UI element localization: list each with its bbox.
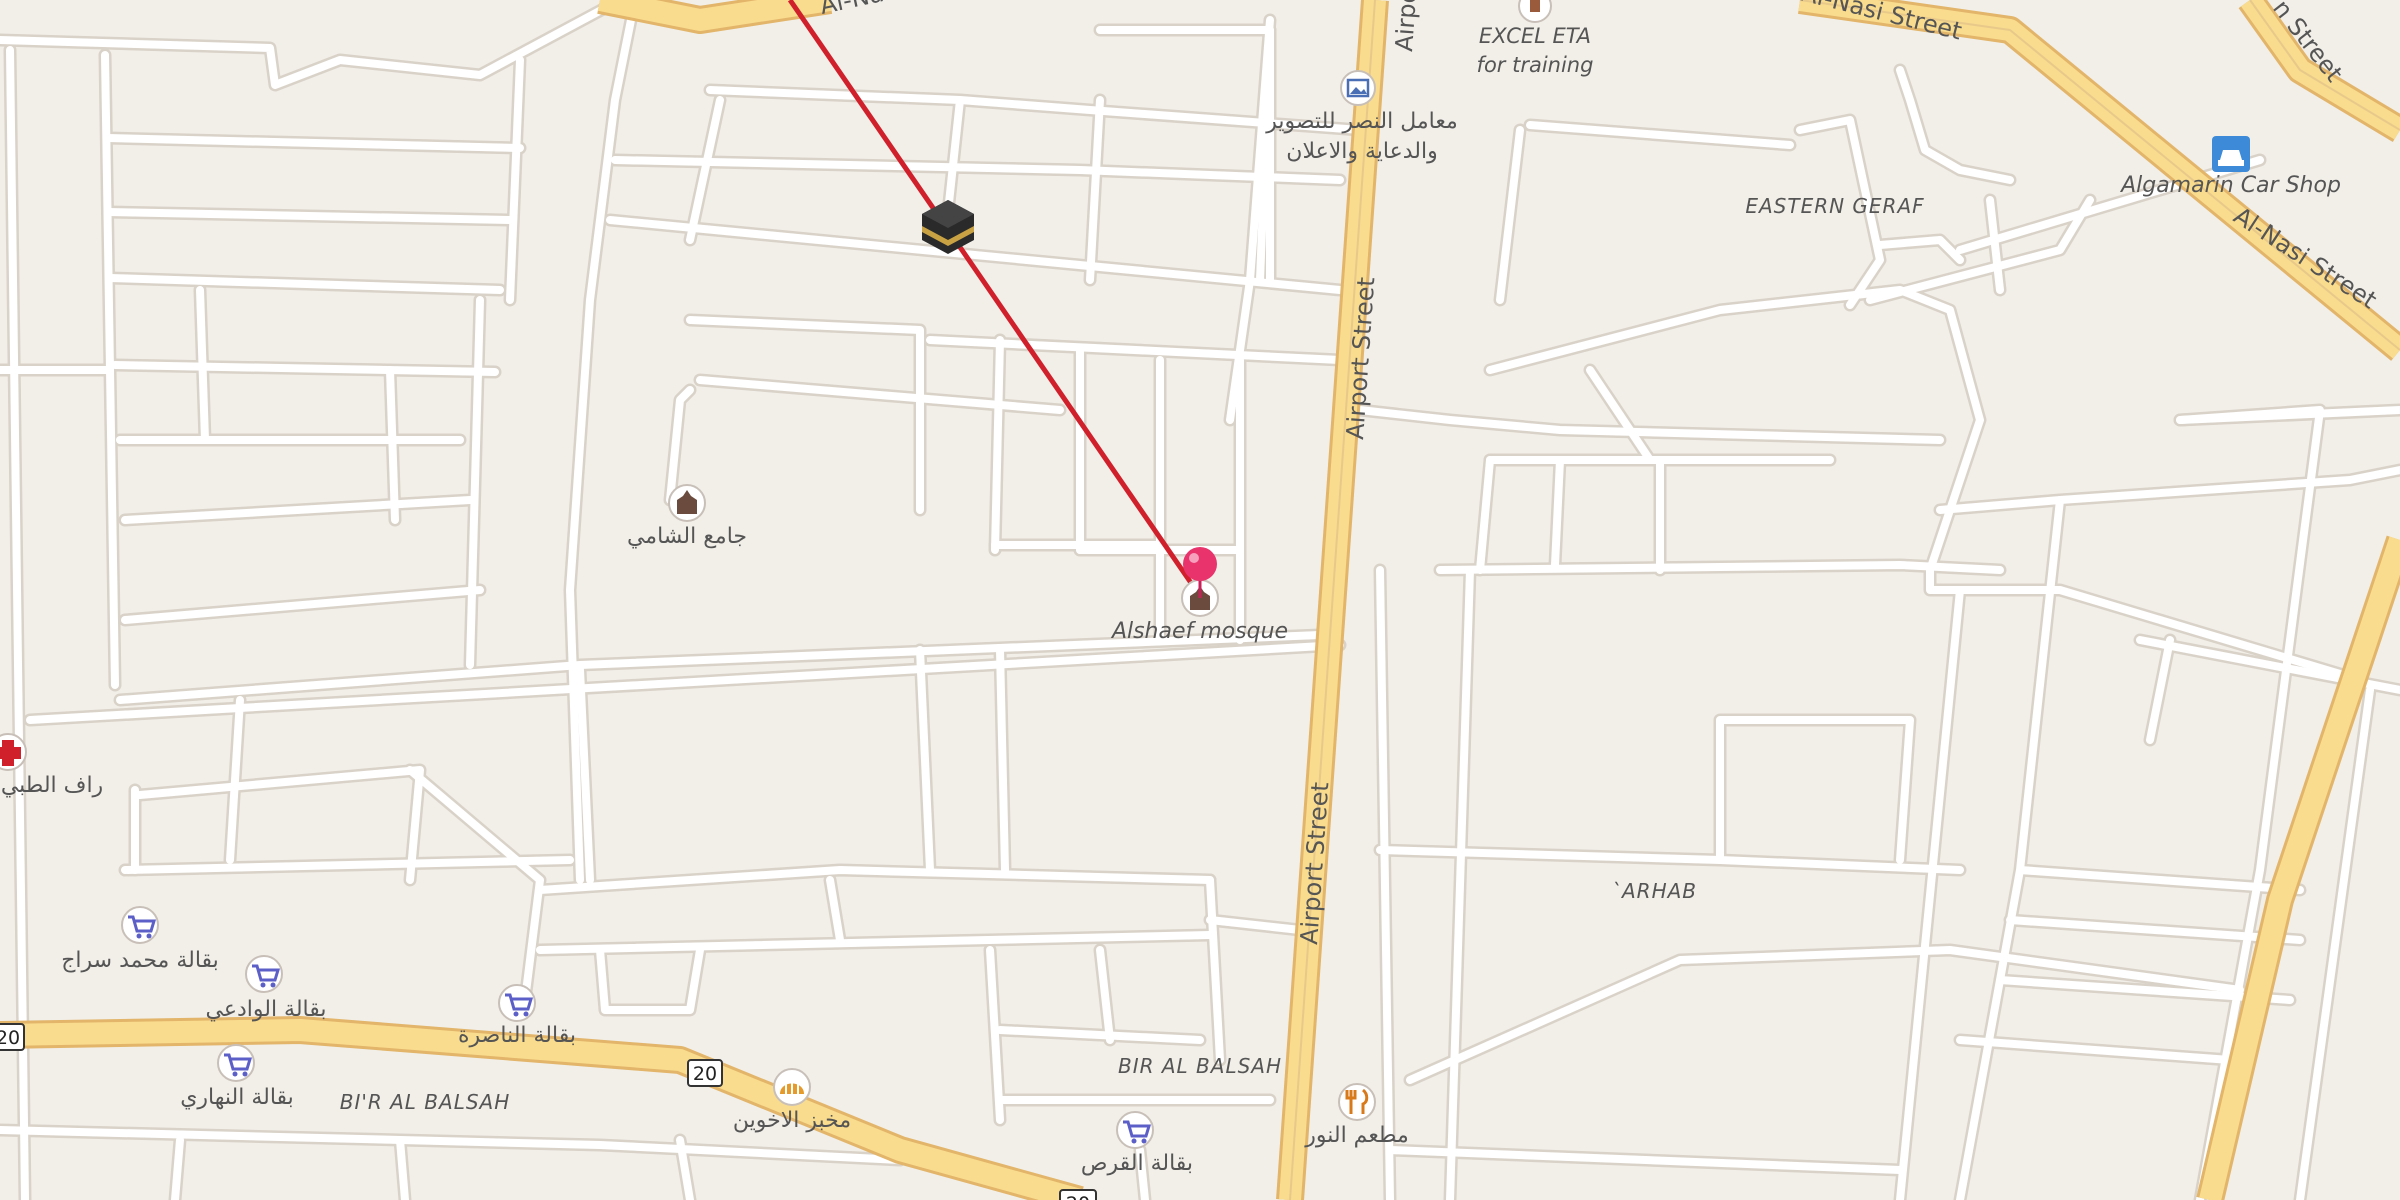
photo-studio-label-2: والدعاية والاعلان [1286, 139, 1437, 164]
area-eastern-geraf: EASTERN GERAF [1745, 194, 1924, 218]
grocery-qirs-label: بقالة القرص [1081, 1151, 1193, 1176]
area-bir-al-balsah-2: BI'R AL BALSAH [340, 1090, 511, 1114]
restaurant-label: مطعم النور [1304, 1123, 1409, 1148]
area-arhab: `ARHAB [1611, 879, 1697, 903]
excel-eta-label: EXCEL ETA [1479, 24, 1591, 48]
grocery-wadi-label: بقالة الوادعي [206, 997, 327, 1022]
svg-text:20: 20 [1066, 1193, 1090, 1200]
airport-street-label-3: Airpo [1390, 0, 1422, 52]
photo-studio-label: معامل النصر للتصوير [1265, 109, 1458, 134]
map-canvas[interactable]: Airport Street Airport Street Airpo Al-N… [0, 0, 2400, 1200]
alshaef-mosque-label: Alshaef mosque [1110, 619, 1288, 644]
svg-text:20: 20 [693, 1063, 717, 1085]
area-bir-al-balsah: BIR AL BALSAH [1118, 1054, 1282, 1078]
location-pin-icon [1183, 547, 1217, 581]
grocery-nahari-label: بقالة النهاري [180, 1085, 294, 1110]
route-shield-20-mid: 20 [687, 1059, 723, 1087]
jame-alshami-label: جامع الشامي [627, 524, 747, 549]
algamarin-label: Algamarin Car Shop [2119, 173, 2341, 198]
bakery-label: مخبز الاخوين [733, 1108, 851, 1133]
grocery-siraj-label: بقالة محمد سراج [61, 948, 219, 973]
grocery-nasira-label: بقالة الناصرة [458, 1023, 576, 1048]
route-shield-20-left: 20 [0, 1023, 25, 1051]
excel-eta-label-2: for training [1477, 53, 1594, 77]
svg-text:20: 20 [0, 1027, 20, 1049]
clinic-label: راف الطبي [1, 773, 103, 798]
route-shield-20-bottom: 20 [1059, 1189, 1097, 1200]
